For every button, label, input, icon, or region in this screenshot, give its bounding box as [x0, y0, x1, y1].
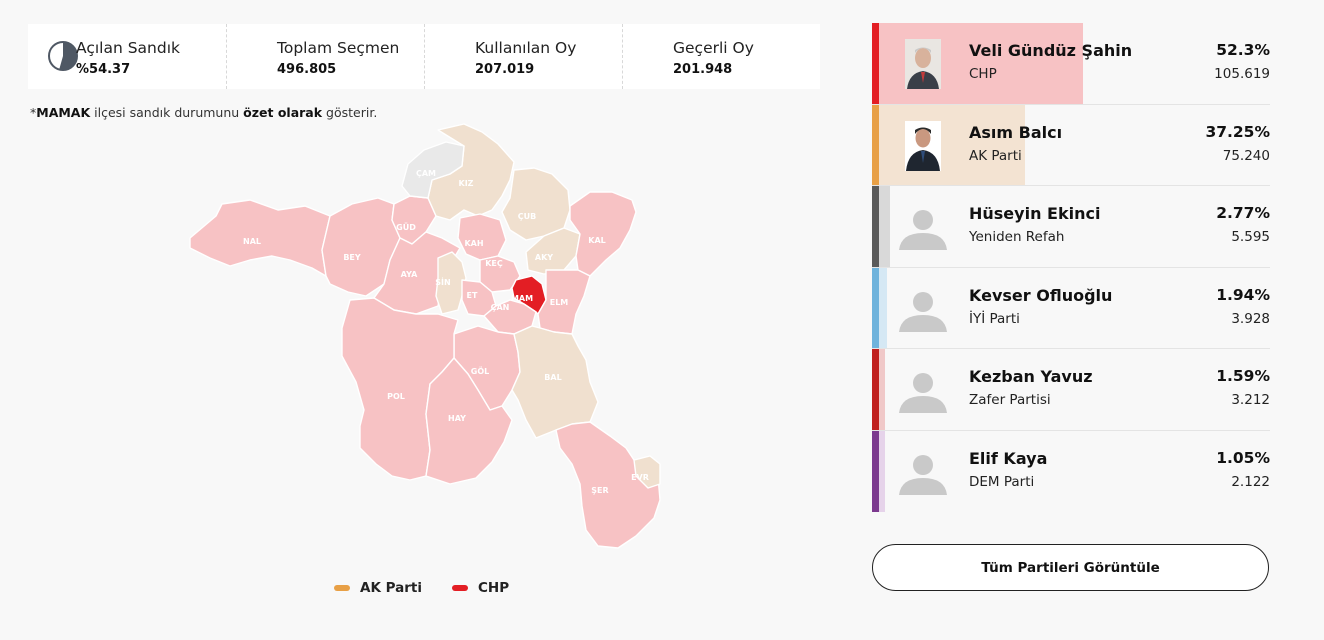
candidate-percentage: 1.59%: [1216, 367, 1270, 385]
pie-chart-icon: [48, 41, 78, 71]
stat-value: %54.37: [76, 62, 131, 77]
party-color-bar: [872, 267, 879, 348]
district-kah[interactable]: [457, 213, 507, 261]
candidate-row[interactable]: Elif Kaya DEM Parti 1.05% 2.122: [872, 430, 1270, 512]
avatar-placeholder-icon: [899, 454, 947, 495]
stat-label: Açılan Sandık: [76, 39, 180, 57]
view-all-parties-button[interactable]: Tüm Partileri Görüntüle: [872, 544, 1269, 591]
stat-label: Kullanılan Oy: [475, 39, 577, 57]
candidate-name: Veli Gündüz Şahin: [969, 41, 1133, 60]
candidate-party: Yeniden Refah: [969, 229, 1065, 245]
map-label: ÇUB: [518, 212, 536, 221]
legend-item-ak-parti: AK Parti: [334, 580, 422, 596]
candidate-list: Veli Gündüz Şahin CHP 52.3% 105.619 Asım…: [872, 23, 1270, 512]
map-label: KIZ: [459, 179, 474, 188]
candidate-votes: 3.928: [1231, 310, 1270, 327]
candidate-name: Kezban Yavuz: [969, 367, 1093, 386]
avatar-placeholder-icon: [899, 210, 947, 250]
candidate-votes: 2.122: [1231, 473, 1270, 490]
candidate-votes: 3.212: [1231, 392, 1270, 408]
avatar-placeholder-icon: [899, 373, 947, 413]
candidate-votes: 105.619: [1214, 66, 1270, 82]
stat-total-voters: Toplam Seçmen 496.805: [226, 24, 424, 89]
map-label: SİN: [435, 277, 450, 287]
candidate-row[interactable]: Asım Balcı AK Parti 37.25% 75.240: [872, 104, 1270, 186]
district-kal[interactable]: [569, 191, 637, 277]
candidate-party: CHP: [969, 66, 997, 82]
candidate-percentage: 2.77%: [1216, 204, 1270, 222]
map-label: KAH: [464, 239, 483, 248]
map-label: BAL: [544, 373, 561, 382]
stat-used-votes: Kullanılan Oy 207.019: [424, 24, 622, 89]
stat-label: Geçerli Oy: [673, 39, 754, 57]
district-name: MAMAK: [36, 105, 91, 120]
candidate-row[interactable]: Veli Gündüz Şahin CHP 52.3% 105.619: [872, 23, 1270, 105]
candidate-votes: 75.240: [1222, 147, 1270, 164]
candidate-photo: [905, 120, 941, 171]
candidate-percentage: 37.25%: [1205, 122, 1270, 141]
candidate-row[interactable]: Hüseyin Ekinci Yeniden Refah 2.77% 5.595: [872, 186, 1270, 268]
map-label: ÇAM: [416, 169, 436, 178]
vote-share-fill: [879, 186, 890, 267]
stat-value: 201.948: [673, 62, 733, 77]
stat-opened-ballot-boxes: Açılan Sandık %54.37: [28, 24, 226, 89]
map-label: HAY: [448, 414, 466, 423]
map-label: AYA: [401, 270, 418, 279]
candidate-name: Kevser Ofluoğlu: [969, 285, 1113, 305]
map-label: KEÇ: [485, 259, 503, 268]
district-bal[interactable]: [511, 325, 599, 439]
party-color-bar: [872, 104, 879, 185]
map-label: ÇAN: [491, 303, 510, 312]
map-label: EVR: [631, 473, 649, 482]
party-color-bar: [872, 430, 879, 512]
map-label: MAM: [511, 294, 533, 303]
candidate-row[interactable]: Kezban Yavuz Zafer Partisi 1.59% 3.212: [872, 349, 1270, 431]
vote-share-fill: [879, 349, 886, 430]
candidate-party: DEM Parti: [969, 473, 1035, 490]
candidate-photo: [905, 39, 941, 89]
map-legend: AK Parti CHP: [334, 580, 509, 596]
vote-share-fill: [879, 430, 885, 512]
map-label: ELM: [550, 298, 569, 307]
legend-swatch: [334, 585, 350, 591]
stat-value: 207.019: [475, 62, 535, 77]
map-label: GÜD: [396, 222, 416, 232]
vote-share-fill: [879, 267, 887, 348]
party-color-bar: [872, 186, 879, 267]
candidate-votes: 5.595: [1231, 229, 1270, 245]
map-label: GÖL: [471, 366, 489, 376]
map-label: KAL: [588, 236, 606, 245]
map-label: POL: [387, 392, 405, 401]
legend-item-chp: CHP: [452, 580, 509, 596]
candidate-name: Asım Balcı: [969, 122, 1063, 142]
candidate-name: Elif Kaya: [969, 448, 1048, 468]
candidate-percentage: 1.94%: [1216, 285, 1270, 304]
party-color-bar: [872, 349, 879, 430]
stats-bar: Açılan Sandık %54.37 Toplam Seçmen 496.8…: [28, 24, 820, 89]
stat-value: 496.805: [277, 62, 337, 77]
candidate-row[interactable]: Kevser Ofluoğlu İYİ Parti 1.94% 3.928: [872, 267, 1270, 349]
candidate-name: Hüseyin Ekinci: [969, 204, 1101, 223]
map-label: AKY: [535, 253, 553, 262]
candidate-party: AK Parti: [969, 147, 1022, 164]
vote-share-fill: [879, 104, 1025, 185]
map-label: BEY: [343, 253, 361, 262]
candidate-party: İYİ Parti: [969, 310, 1020, 327]
map-label: NAL: [243, 237, 261, 246]
party-color-bar: [872, 23, 879, 104]
map-label: ŞER: [591, 486, 608, 495]
stat-valid-votes: Geçerli Oy 201.948: [622, 24, 820, 89]
candidate-percentage: 1.05%: [1216, 448, 1270, 467]
avatar-placeholder-icon: [899, 291, 947, 332]
map-label: ET: [467, 291, 478, 300]
stat-label: Toplam Seçmen: [277, 39, 400, 57]
legend-swatch: [452, 585, 468, 591]
district-map: NAL BEY GÜD AYA KIZ ÇAM ÇUB KAH KEÇ AKY …: [189, 123, 661, 549]
candidate-party: Zafer Partisi: [969, 392, 1051, 408]
candidate-percentage: 52.3%: [1216, 41, 1270, 59]
summary-note: *MAMAK ilçesi sandık durumunu özet olara…: [30, 105, 378, 120]
